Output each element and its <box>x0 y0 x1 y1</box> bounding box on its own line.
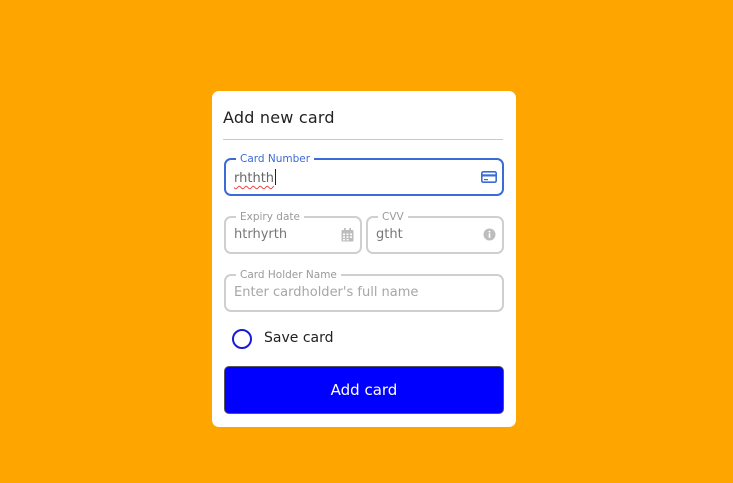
add-card-button[interactable]: Add card <box>224 366 504 414</box>
card-number-field[interactable]: Card Number rhthth <box>224 152 504 196</box>
cvv-label: CVV <box>378 210 408 224</box>
credit-card-icon <box>481 171 497 183</box>
cardholder-name-field[interactable]: Card Holder Name Enter cardholder's full… <box>224 268 504 312</box>
add-card-button-label: Add card <box>330 381 398 399</box>
info-icon <box>483 228 496 241</box>
title-divider <box>223 139 503 140</box>
cvv-input[interactable]: gtht <box>376 227 403 242</box>
save-card-label: Save card <box>264 330 334 346</box>
expiry-date-label: Expiry date <box>236 210 304 224</box>
text-caret <box>275 169 277 185</box>
expiry-date-input[interactable]: htrhyrth <box>234 227 287 242</box>
card-number-input[interactable]: rhthth <box>234 169 277 186</box>
cardholder-name-label: Card Holder Name <box>236 268 341 282</box>
cardholder-name-input[interactable]: Enter cardholder's full name <box>234 285 418 300</box>
expiry-date-field[interactable]: Expiry date htrhyrth <box>224 210 362 254</box>
form-title: Add new card <box>223 108 335 127</box>
save-card-radio[interactable] <box>232 329 252 349</box>
card-number-value: rhthth <box>234 171 275 186</box>
calendar-icon <box>341 228 354 242</box>
card-number-label: Card Number <box>236 152 315 166</box>
add-card-form: Add new card Card Number rhthth Expiry d… <box>212 91 516 427</box>
cvv-field[interactable]: CVV gtht <box>366 210 504 254</box>
